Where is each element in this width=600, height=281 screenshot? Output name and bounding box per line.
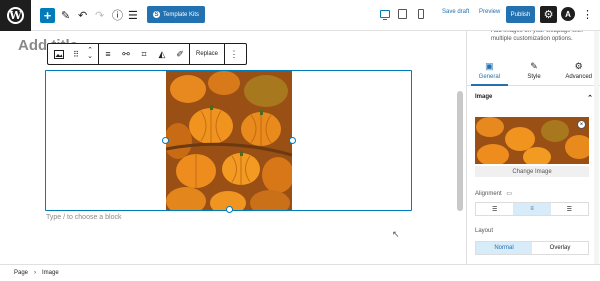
image-block[interactable] [45, 70, 412, 213]
canvas-scrollbar[interactable] [457, 91, 463, 211]
chevron-right-icon: › [34, 270, 37, 276]
remove-image-icon[interactable]: × [577, 120, 586, 129]
block-options-icon[interactable]: ⋮ [225, 44, 243, 64]
desktop-device-icon[interactable]: ▭ [506, 191, 512, 197]
breadcrumb-page[interactable]: Page [14, 270, 28, 276]
undo-icon[interactable]: ↶ [78, 6, 87, 24]
wordpress-logo[interactable]: W [0, 0, 31, 31]
top-toolbar: W + ✎ ↶ ↷ ⓘ ☰ S Template Kits Save draft… [0, 0, 600, 31]
image-preview: × [475, 117, 589, 164]
link-icon[interactable]: ⚯ [117, 44, 135, 64]
block-appender[interactable]: Type / to choose a block [46, 214, 122, 221]
crop-icon[interactable]: ⌗ [135, 44, 153, 64]
astra-icon[interactable]: A [561, 7, 575, 21]
wordpress-icon: W [7, 7, 24, 24]
breadcrumb-image[interactable]: Image [42, 270, 59, 276]
style-icon: ✎ [530, 61, 538, 71]
layout-overlay-option[interactable]: Overlay [532, 242, 588, 254]
desktop-preview-icon[interactable] [380, 10, 390, 20]
block-toolbar: ⠿ ⌃ ⌄ ≡ ⚯ ⌗ ◭ ✐ Replace ⋮ [47, 43, 247, 65]
add-block-button[interactable]: + [40, 8, 55, 23]
layout-label: Layout [475, 228, 494, 234]
publish-button[interactable]: Publish [506, 6, 535, 23]
text-overlay-icon[interactable]: ◭ [153, 44, 171, 64]
chevron-up-icon[interactable]: ⌃ [587, 94, 593, 102]
tab-advanced-label: Advanced [565, 74, 593, 80]
settings-sidebar: Add images on your webpage with multiple… [466, 31, 600, 264]
template-kits-label: Template Kits [163, 11, 200, 18]
move-up-down-icon[interactable]: ⌃ ⌄ [82, 44, 98, 64]
resize-handle-right[interactable] [289, 137, 296, 144]
align-icon[interactable]: ≡ [99, 44, 117, 64]
mobile-preview-icon[interactable] [418, 9, 424, 19]
tab-style-label: Style [527, 74, 541, 80]
info-icon[interactable]: ⓘ [112, 6, 123, 24]
change-image-button[interactable]: Change Image [475, 166, 589, 177]
replace-button[interactable]: Replace [190, 44, 224, 64]
resize-handle-bottom[interactable] [226, 206, 233, 213]
redo-icon[interactable]: ↷ [95, 6, 104, 24]
layout-control: Normal Overlay [475, 241, 589, 255]
alignment-label: Alignment ▭ [475, 190, 512, 197]
align-right-icon[interactable]: ☰ [551, 203, 588, 215]
editor-canvas[interactable]: Add title ⠿ ⌃⌄ ≡ ⚯ ⌗ ◭ ✐ Replace ⋮ [0, 31, 466, 264]
alignment-control: ☰ ≡ ☰ [475, 202, 589, 216]
more-options-icon[interactable]: ⋮ [582, 8, 593, 21]
align-left-icon[interactable]: ☰ [476, 203, 513, 215]
align-center-icon[interactable]: ≡ [513, 203, 551, 215]
tab-general-label: General [478, 74, 501, 80]
breadcrumb: Page › Image [0, 264, 600, 281]
gear-icon: ⚙ [574, 61, 583, 71]
pencil-icon[interactable]: ✎ [61, 6, 70, 24]
block-description: Add images on your webpage with multiple… [491, 31, 583, 42]
mouse-cursor-icon: ↖ [392, 229, 400, 239]
tablet-preview-icon[interactable] [398, 9, 407, 19]
image-panel-header[interactable]: Image ⌃ [475, 94, 593, 102]
tab-general[interactable]: ▣ General [467, 56, 512, 86]
settings-gear-icon[interactable]: ⚙ [540, 6, 557, 23]
alignment-label-text: Alignment [475, 191, 502, 197]
tab-style[interactable]: ✎ Style [512, 56, 557, 85]
image-panel-title: Image [475, 94, 493, 100]
sidebar-tabs: ▣ General ✎ Style ⚙ Advanced [467, 56, 600, 86]
image-block-icon[interactable] [48, 44, 70, 64]
sidebar-scrollbar[interactable] [594, 31, 599, 264]
layout-normal-option[interactable]: Normal [476, 242, 532, 254]
template-kits-button[interactable]: S Template Kits [147, 6, 206, 23]
resize-handle-left[interactable] [162, 137, 169, 144]
list-view-icon[interactable]: ☰ [128, 6, 138, 24]
save-draft-button[interactable]: Save draft [442, 9, 469, 15]
general-icon: ▣ [485, 61, 494, 71]
template-kits-icon: S [153, 11, 160, 18]
drag-handle-icon[interactable]: ⠿ [70, 44, 82, 64]
preview-button[interactable]: Preview [479, 9, 500, 15]
eyedropper-icon[interactable]: ✐ [171, 44, 189, 64]
editor-window: W + ✎ ↶ ↷ ⓘ ☰ S Template Kits Save draft… [0, 0, 600, 281]
pumpkins-image[interactable] [166, 71, 292, 210]
